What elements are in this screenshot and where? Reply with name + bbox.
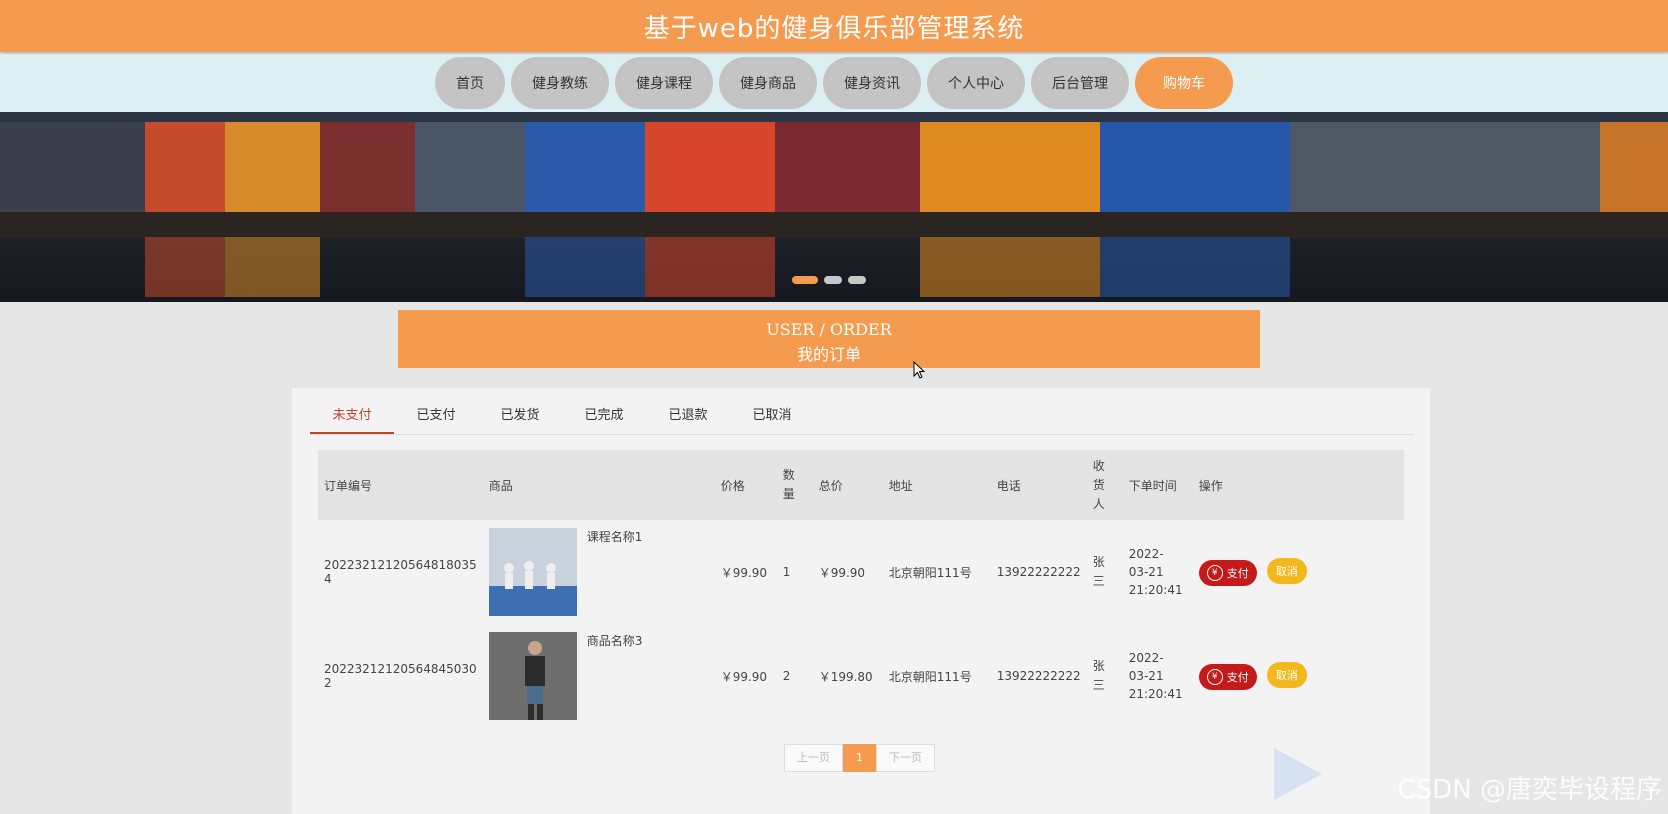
hero-banner[interactable] [0,112,1668,302]
tab-cancelled[interactable]: 已取消 [730,402,814,434]
nav-coaches[interactable]: 健身教练 [511,57,609,109]
nav-courses[interactable]: 健身课程 [615,57,713,109]
carousel-dot-2[interactable] [824,276,842,284]
table-row: 20223212120564818035​4 课程名称1 ￥99.90 [318,520,1404,624]
order-time: 2022-03-21 21:20:41 [1128,651,1183,701]
col-total: 总价 [812,450,883,520]
watermark-logo-icon [1274,748,1322,800]
table-row: 20223212120564845030​2 商品名称3 ￥99.90 [318,624,1404,728]
product-thumbnail[interactable] [488,528,577,616]
col-address: 地址 [882,450,991,520]
order-no: 20223212120564845030​2 [324,662,477,690]
banner-reflection [145,237,225,297]
product-name[interactable]: 商品名称3 [587,632,643,649]
total: ￥199.80 [818,669,873,684]
col-price: 价格 [714,450,777,520]
col-phone: 电话 [990,450,1087,520]
nav-products[interactable]: 健身商品 [719,57,817,109]
order-status-tabs: 未支付 已支付 已发货 已完成 已退款 已取消 [310,402,1414,435]
price: ￥99.90 [720,565,768,580]
banner-house [225,122,320,217]
next-page-button[interactable]: 下一页 [876,744,935,772]
carousel-dot-1[interactable] [792,276,818,284]
orders-table: 订单编号 商品 价格 数量 总价 地址 电话 收货人 下单时间 操作 20223… [318,450,1404,728]
tab-refunded[interactable]: 已退款 [646,402,730,434]
main-nav: 首页 健身教练 健身课程 健身商品 健身资讯 个人中心 后台管理 购物车 [0,54,1668,112]
receiver: 张三 [1092,555,1105,588]
tab-paid[interactable]: 已支付 [394,402,478,434]
banner-house [145,122,225,217]
banner-house [920,122,1100,217]
tab-shipped[interactable]: 已发货 [478,402,562,434]
nav-profile[interactable]: 个人中心 [927,57,1025,109]
order-time: 2022-03-21 21:20:41 [1128,547,1183,597]
phone: 13922222222 [996,669,1081,683]
address: 北京朝阳111号 [888,565,972,580]
banner-house [1600,122,1668,217]
banner-reflection [225,237,320,297]
banner-house [525,122,645,217]
nav-cart[interactable]: 购物车 [1135,57,1233,109]
pagination: 上一页 1 下一页 [784,744,935,772]
mouse-pointer-icon [913,361,925,379]
banner-house [0,122,145,217]
pay-button[interactable]: ¥ 支付 [1198,664,1257,690]
col-time: 下单时间 [1122,450,1193,520]
cancel-button[interactable]: 取消 [1266,662,1307,688]
site-title: 基于web的健身俱乐部管理系统 [643,13,1025,44]
nav-home[interactable]: 首页 [435,57,505,109]
product-name[interactable]: 课程名称1 [587,528,643,545]
pay-button[interactable]: ¥ 支付 [1198,560,1257,586]
receiver: 张三 [1092,659,1105,692]
banner-deck [0,212,1668,238]
quantity: 2 [782,669,791,683]
site-header: 基于web的健身俱乐部管理系统 [0,0,1668,52]
col-product: 商品 [482,450,715,520]
section-title-banner: USER / ORDER 我的订单 [398,310,1260,368]
banner-house [415,122,525,217]
page-1-button[interactable]: 1 [843,744,876,772]
price: ￥99.90 [720,669,768,684]
order-no: 20223212120564818035​4 [324,558,477,586]
orders-panel: 未支付 已支付 已发货 已完成 已退款 已取消 订单编号 商品 价格 数量 总价… [292,388,1430,814]
banner-house [1100,122,1290,217]
banner-house [775,122,920,217]
col-actions: 操作 [1192,450,1404,520]
quantity: 1 [782,565,791,579]
cancel-button[interactable]: 取消 [1266,558,1307,584]
yen-icon: ¥ [1206,565,1223,581]
banner-reflection [645,237,775,297]
product-thumbnail[interactable] [488,632,577,720]
banner-reflection [525,237,645,297]
yen-icon: ¥ [1206,669,1223,685]
col-order-no: 订单编号 [318,450,483,520]
banner-reflection [1100,237,1290,297]
tab-completed[interactable]: 已完成 [562,402,646,434]
total: ￥99.90 [818,565,866,580]
phone: 13922222222 [996,565,1081,579]
banner-house [645,122,775,217]
nav-news[interactable]: 健身资讯 [823,57,921,109]
section-title-cn: 我的订单 [796,345,861,364]
address: 北京朝阳111号 [888,669,972,684]
banner-reflection [920,237,1100,297]
prev-page-button[interactable]: 上一页 [784,744,843,772]
csdn-watermark: CSDN @唐奕毕设程序 [1397,775,1662,805]
carousel-dots [792,276,866,284]
carousel-dot-3[interactable] [848,276,866,284]
banner-house [320,122,415,217]
section-title-en: USER / ORDER [766,320,892,339]
table-header-row: 订单编号 商品 价格 数量 总价 地址 电话 收货人 下单时间 操作 [318,450,1404,520]
banner-house [1290,122,1600,217]
tab-unpaid[interactable]: 未支付 [310,402,394,434]
col-qty: 数量 [776,450,813,520]
col-receiver: 收货人 [1086,450,1123,520]
nav-admin[interactable]: 后台管理 [1031,57,1129,109]
